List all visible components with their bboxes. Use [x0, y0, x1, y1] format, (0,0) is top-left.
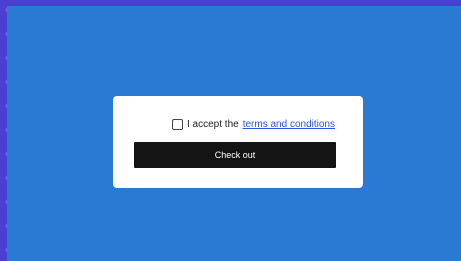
page-viewport: I accept the terms and conditions Check … — [7, 6, 461, 261]
terms-prefix-text: I accept the — [187, 119, 239, 130]
terms-link[interactable]: terms and conditions — [243, 119, 335, 130]
terms-consent-row: I accept the terms and conditions — [172, 119, 335, 130]
checkout-button[interactable]: Check out — [134, 142, 336, 168]
terms-checkbox[interactable] — [172, 119, 183, 130]
checkout-card: I accept the terms and conditions Check … — [113, 96, 363, 188]
